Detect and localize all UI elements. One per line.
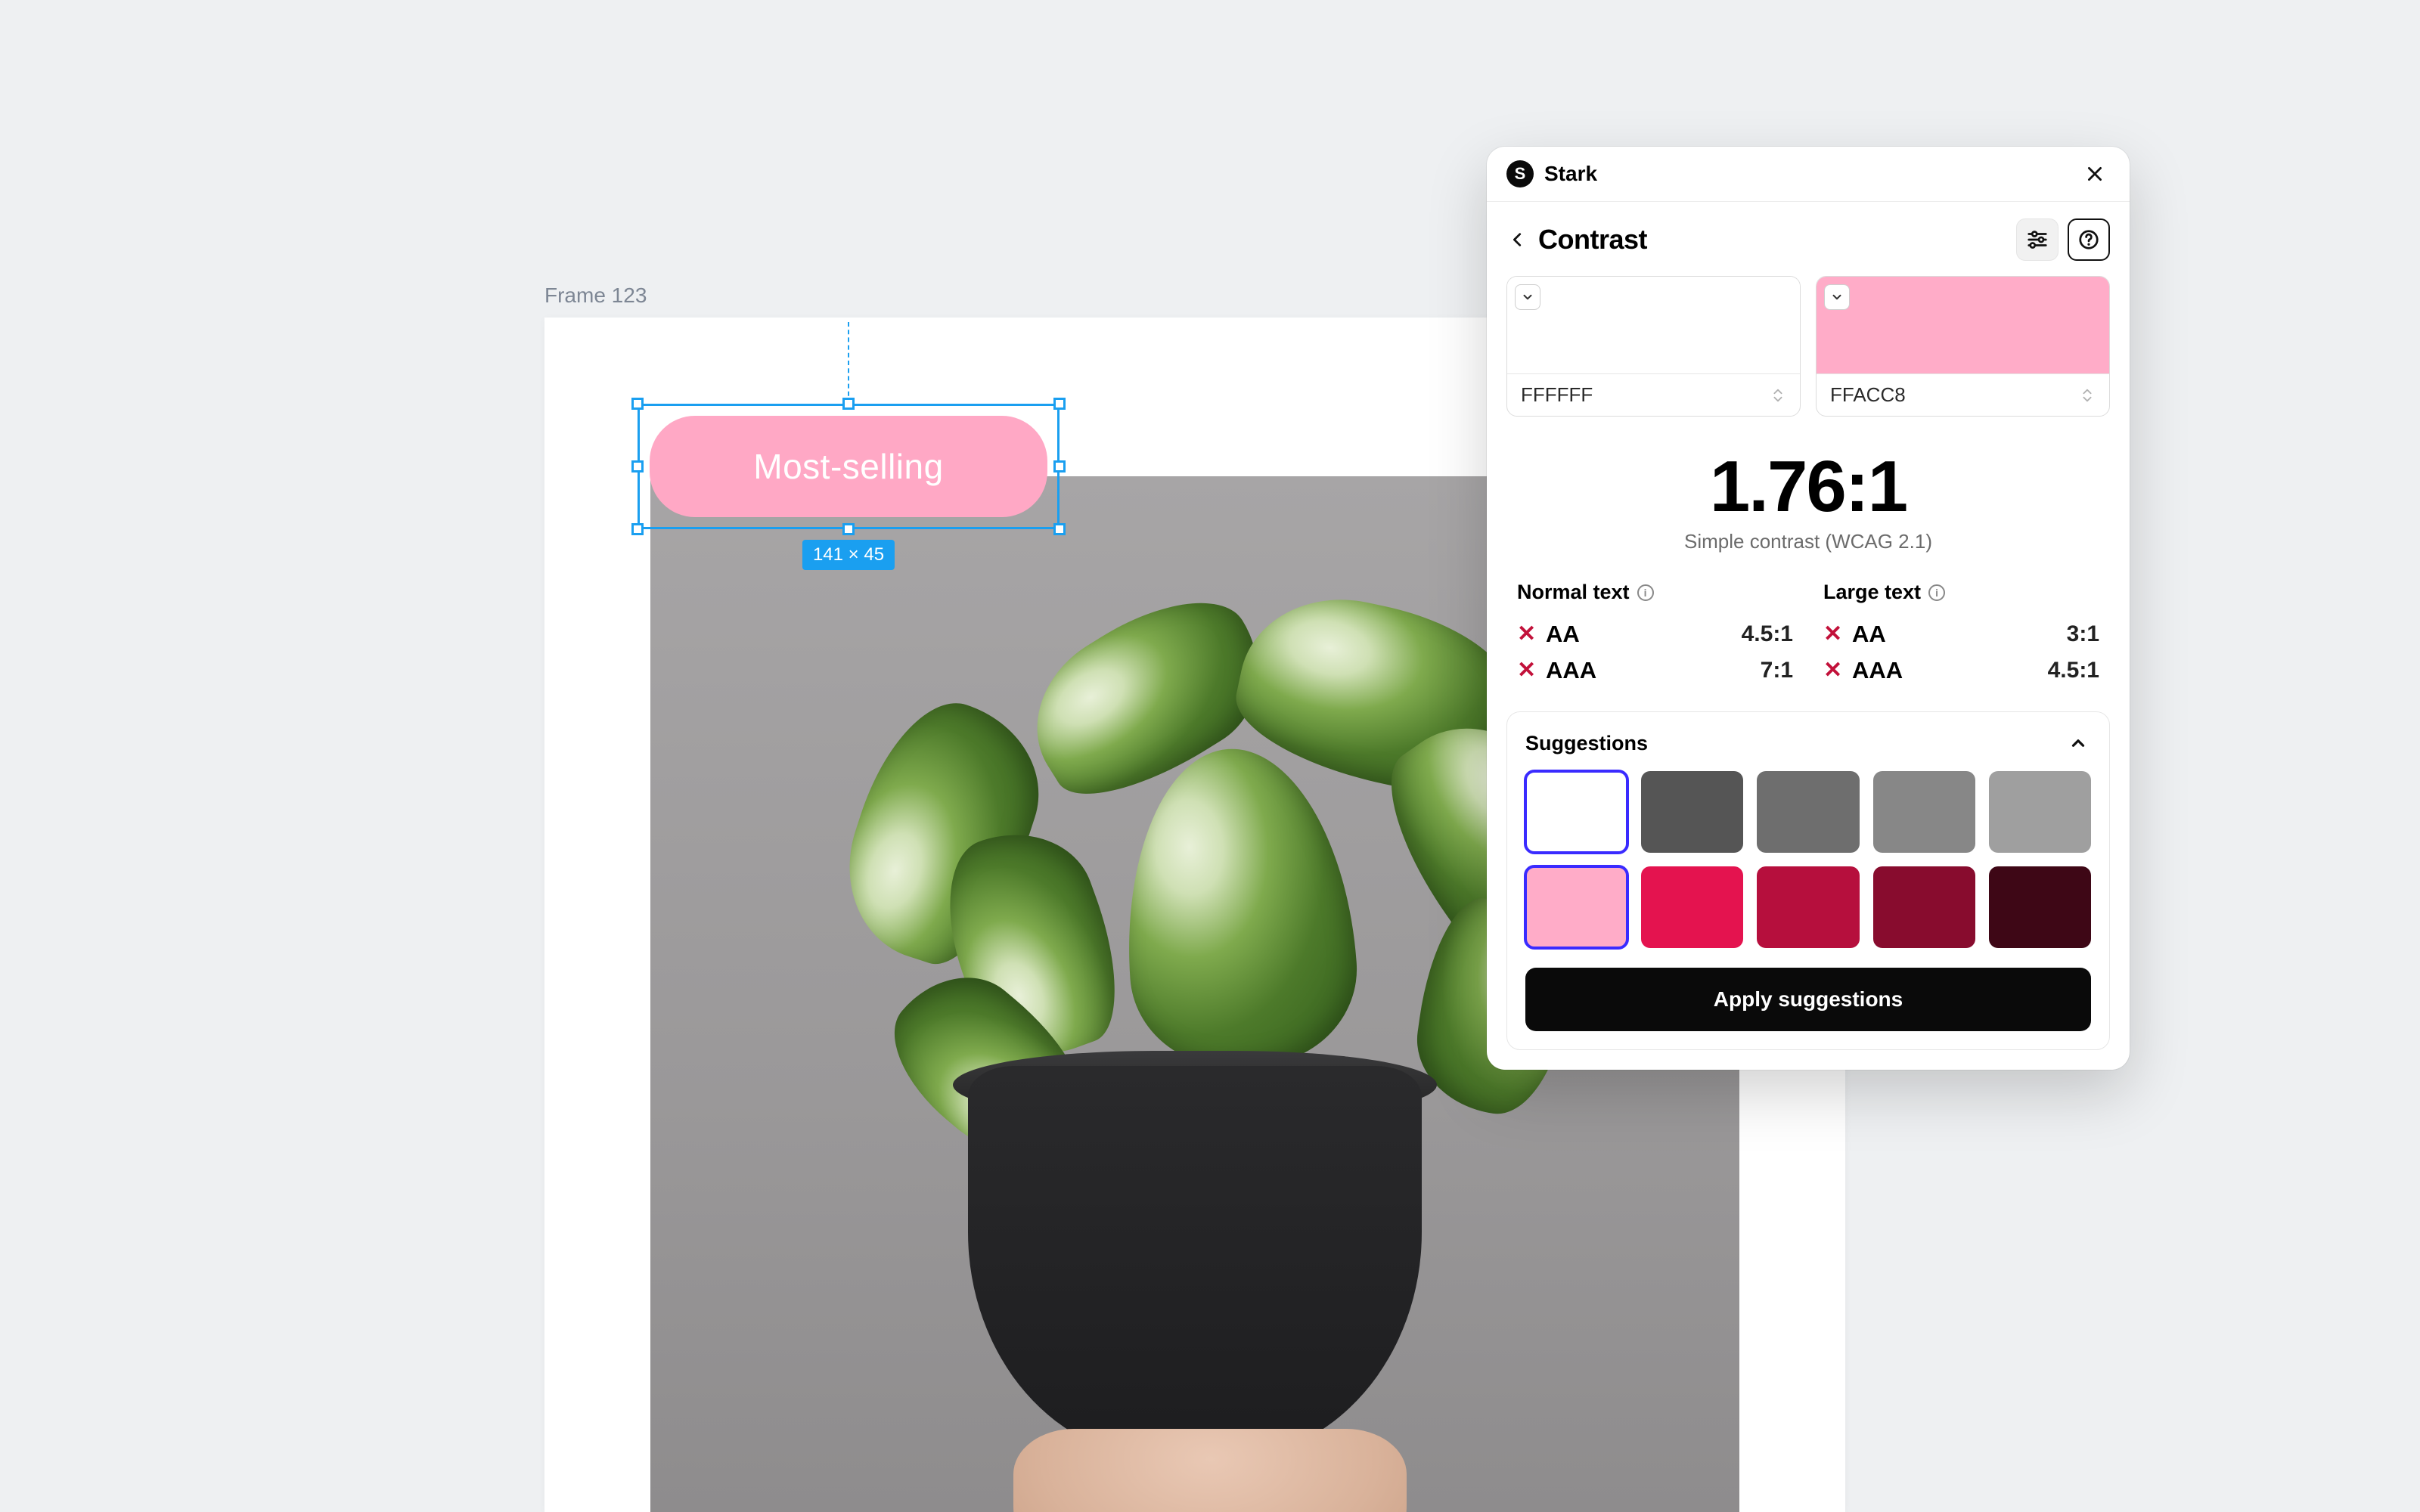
foreground-color-card[interactable]: FFFFFF bbox=[1506, 276, 1801, 417]
plant-pot bbox=[968, 1066, 1422, 1459]
criteria-required: 3:1 bbox=[2067, 621, 2099, 647]
criteria-required: 4.5:1 bbox=[1742, 621, 1793, 647]
stark-panel: S Stark Contrast bbox=[1487, 147, 2130, 1070]
criteria-row: ✕ AAA 7:1 bbox=[1517, 652, 1793, 689]
fail-icon: ✕ bbox=[1823, 659, 1848, 682]
spacing-guide bbox=[848, 322, 849, 404]
criteria-title-normal: Normal text i bbox=[1517, 581, 1793, 604]
background-suggestion-row bbox=[1525, 866, 2091, 948]
background-color-card[interactable]: FFACC8 bbox=[1816, 276, 2110, 417]
frame-label: Frame 123 bbox=[544, 284, 647, 308]
criteria-large-text: Large text i ✕ AA 3:1 ✕ AAA 4.5:1 bbox=[1823, 581, 2099, 689]
criteria-title-large: Large text i bbox=[1823, 581, 2099, 604]
stepper-icon bbox=[2079, 385, 2096, 406]
fail-icon: ✕ bbox=[1823, 623, 1848, 646]
criteria-title-label: Large text bbox=[1823, 581, 1921, 604]
background-picker-toggle[interactable] bbox=[1824, 284, 1850, 310]
background-swatch[interactable] bbox=[1817, 277, 2109, 373]
contrast-ratio-value: 1.76:1 bbox=[1487, 445, 2130, 528]
foreground-hex-field[interactable]: FFFFFF bbox=[1507, 373, 1800, 416]
help-button[interactable] bbox=[2068, 218, 2110, 261]
resize-handle-mr[interactable] bbox=[1053, 460, 1066, 472]
suggestion-background-swatch-3[interactable] bbox=[1873, 866, 1975, 948]
suggestion-background-swatch-1[interactable] bbox=[1641, 866, 1743, 948]
suggestions-collapse-toggle[interactable] bbox=[2065, 730, 2091, 756]
criteria-required: 4.5:1 bbox=[2048, 658, 2099, 683]
stark-logo-icon: S bbox=[1506, 160, 1534, 187]
close-button[interactable] bbox=[2080, 159, 2110, 189]
selection-bounds[interactable]: Most-selling 141 × 45 bbox=[638, 404, 1060, 529]
info-icon[interactable]: i bbox=[1637, 584, 1654, 601]
settings-button[interactable] bbox=[2016, 218, 2059, 261]
resize-handle-bl[interactable] bbox=[631, 523, 644, 535]
chevron-down-icon bbox=[1521, 290, 1534, 304]
criteria-level: AAA bbox=[1852, 657, 2048, 684]
selection-dimensions-badge: 141 × 45 bbox=[802, 540, 895, 570]
criteria-row: ✕ AAA 4.5:1 bbox=[1823, 652, 2099, 689]
chevron-down-icon bbox=[1830, 290, 1844, 304]
selection-outline bbox=[638, 404, 1060, 529]
criteria-level: AA bbox=[1546, 621, 1742, 648]
fail-icon: ✕ bbox=[1517, 659, 1541, 682]
info-icon[interactable]: i bbox=[1928, 584, 1945, 601]
suggestion-foreground-swatch-0[interactable] bbox=[1525, 771, 1627, 853]
foreground-picker-toggle[interactable] bbox=[1515, 284, 1540, 310]
fail-icon: ✕ bbox=[1517, 623, 1541, 646]
suggestion-foreground-swatch-4[interactable] bbox=[1989, 771, 2091, 853]
chevron-left-icon bbox=[1509, 228, 1526, 251]
contrast-ratio-block: 1.76:1 Simple contrast (WCAG 2.1) bbox=[1487, 423, 2130, 561]
resize-handle-ml[interactable] bbox=[631, 460, 644, 472]
criteria-row: ✕ AA 3:1 bbox=[1823, 616, 2099, 652]
foreground-suggestion-row bbox=[1525, 771, 2091, 853]
suggestion-background-swatch-2[interactable] bbox=[1757, 866, 1859, 948]
color-pair: FFFFFF FFACC8 bbox=[1487, 276, 2130, 423]
contrast-ratio-subtitle: Simple contrast (WCAG 2.1) bbox=[1487, 530, 2130, 553]
panel-heading: Contrast bbox=[1538, 224, 2007, 256]
back-button[interactable] bbox=[1506, 225, 1529, 254]
suggestion-background-swatch-0[interactable] bbox=[1525, 866, 1627, 948]
close-icon bbox=[2085, 164, 2105, 184]
sliders-icon bbox=[2026, 228, 2049, 251]
suggestion-foreground-swatch-2[interactable] bbox=[1757, 771, 1859, 853]
suggestions-section: Suggestions Apply suggestions bbox=[1506, 711, 2110, 1050]
hand bbox=[1013, 1429, 1407, 1512]
criteria-required: 7:1 bbox=[1761, 658, 1793, 683]
suggestion-foreground-swatch-1[interactable] bbox=[1641, 771, 1743, 853]
resize-handle-br[interactable] bbox=[1053, 523, 1066, 535]
resize-handle-bc[interactable] bbox=[842, 523, 855, 535]
resize-handle-tl[interactable] bbox=[631, 398, 644, 410]
resize-handle-tr[interactable] bbox=[1053, 398, 1066, 410]
resize-handle-tc[interactable] bbox=[842, 398, 855, 410]
panel-header: Contrast bbox=[1487, 202, 2130, 276]
apply-suggestions-button[interactable]: Apply suggestions bbox=[1525, 968, 2091, 1031]
criteria-level: AA bbox=[1852, 621, 2067, 648]
foreground-hex-value: FFFFFF bbox=[1521, 383, 1770, 407]
suggestion-background-swatch-4[interactable] bbox=[1989, 866, 2091, 948]
background-hex-value: FFACC8 bbox=[1830, 383, 2079, 407]
stepper-icon bbox=[1770, 385, 1786, 406]
help-icon bbox=[2077, 228, 2100, 251]
suggestion-foreground-swatch-3[interactable] bbox=[1873, 771, 1975, 853]
chevron-up-icon bbox=[2068, 733, 2088, 753]
panel-app-name: Stark bbox=[1544, 162, 2080, 186]
wcag-criteria: Normal text i ✕ AA 4.5:1 ✕ AAA 7:1 Large… bbox=[1487, 561, 2130, 696]
background-hex-field[interactable]: FFACC8 bbox=[1817, 373, 2109, 416]
panel-titlebar: S Stark bbox=[1487, 147, 2130, 202]
criteria-row: ✕ AA 4.5:1 bbox=[1517, 616, 1793, 652]
foreground-swatch[interactable] bbox=[1507, 277, 1800, 373]
criteria-title-label: Normal text bbox=[1517, 581, 1630, 604]
criteria-level: AAA bbox=[1546, 657, 1761, 684]
criteria-normal-text: Normal text i ✕ AA 4.5:1 ✕ AAA 7:1 bbox=[1517, 581, 1793, 689]
suggestions-header[interactable]: Suggestions bbox=[1525, 730, 2091, 756]
suggestions-title: Suggestions bbox=[1525, 732, 2065, 755]
